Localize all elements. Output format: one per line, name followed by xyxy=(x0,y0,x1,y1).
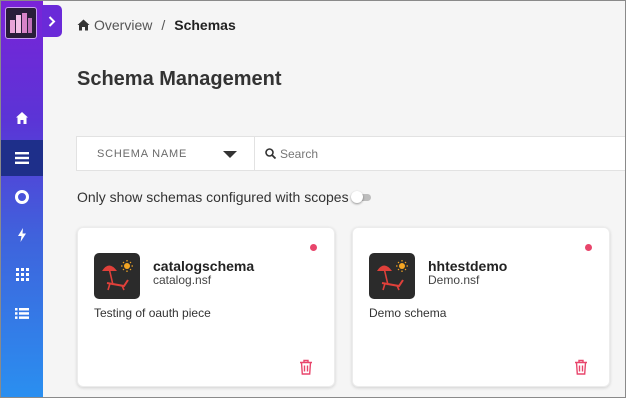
home-icon xyxy=(16,112,28,124)
sidebar-item-schemas[interactable] xyxy=(1,140,43,176)
delete-button[interactable] xyxy=(574,359,590,375)
search-icon xyxy=(265,148,276,159)
circle-icon xyxy=(15,190,29,204)
filter-dropdown-value: SCHEMA NAME xyxy=(97,147,188,160)
trash-icon xyxy=(575,359,587,375)
search-bar: SCHEMA NAME xyxy=(76,136,626,171)
breadcrumb-separator: / xyxy=(161,17,166,33)
trash-icon xyxy=(300,359,312,375)
app-logo[interactable] xyxy=(5,7,37,39)
sidebar xyxy=(1,1,43,397)
sidebar-item-settings[interactable] xyxy=(1,179,43,215)
scope-filter-row: Only show schemas configured with scopes xyxy=(77,189,375,205)
sidebar-item-activity[interactable] xyxy=(1,217,43,253)
schema-description: Testing of oauth piece xyxy=(94,306,211,320)
sidebar-item-home[interactable] xyxy=(1,100,43,136)
schema-name: catalogschema xyxy=(153,258,255,274)
bullet-list-icon xyxy=(15,307,29,319)
beach-chair-icon xyxy=(94,253,140,299)
schema-name: hhtestdemo xyxy=(428,258,508,274)
grid-icon xyxy=(15,267,29,281)
beach-chair-icon xyxy=(369,253,415,299)
breadcrumb: Overview / Schemas xyxy=(77,17,236,33)
caret-down-icon xyxy=(223,151,237,158)
bolt-icon xyxy=(18,228,26,242)
breadcrumb-overview-link[interactable]: Overview xyxy=(94,17,152,33)
chevron-right-icon xyxy=(48,15,56,27)
toggle-knob xyxy=(350,191,363,203)
schema-description: Demo schema xyxy=(369,306,447,320)
scope-toggle-label: Only show schemas configured with scopes xyxy=(77,189,349,205)
list-icon xyxy=(15,152,29,164)
status-dot xyxy=(310,244,317,251)
sidebar-expand-button[interactable] xyxy=(42,5,62,37)
scope-toggle[interactable] xyxy=(350,191,375,203)
schema-file: catalog.nsf xyxy=(153,273,212,287)
schema-file: Demo.nsf xyxy=(428,273,480,287)
breadcrumb-current: Schemas xyxy=(174,17,236,33)
status-dot xyxy=(585,244,592,251)
home-icon xyxy=(77,19,90,31)
delete-button[interactable] xyxy=(299,359,315,375)
schema-card[interactable]: hhtestdemo Demo.nsf Demo schema xyxy=(352,227,610,387)
page-title: Schema Management xyxy=(77,68,282,90)
sidebar-item-apps[interactable] xyxy=(1,256,43,292)
search-field xyxy=(255,137,626,170)
sidebar-item-lists[interactable] xyxy=(1,295,43,331)
filter-dropdown[interactable]: SCHEMA NAME xyxy=(77,137,255,170)
search-input[interactable] xyxy=(280,146,580,161)
schema-card[interactable]: catalogschema catalog.nsf Testing of oau… xyxy=(77,227,335,387)
